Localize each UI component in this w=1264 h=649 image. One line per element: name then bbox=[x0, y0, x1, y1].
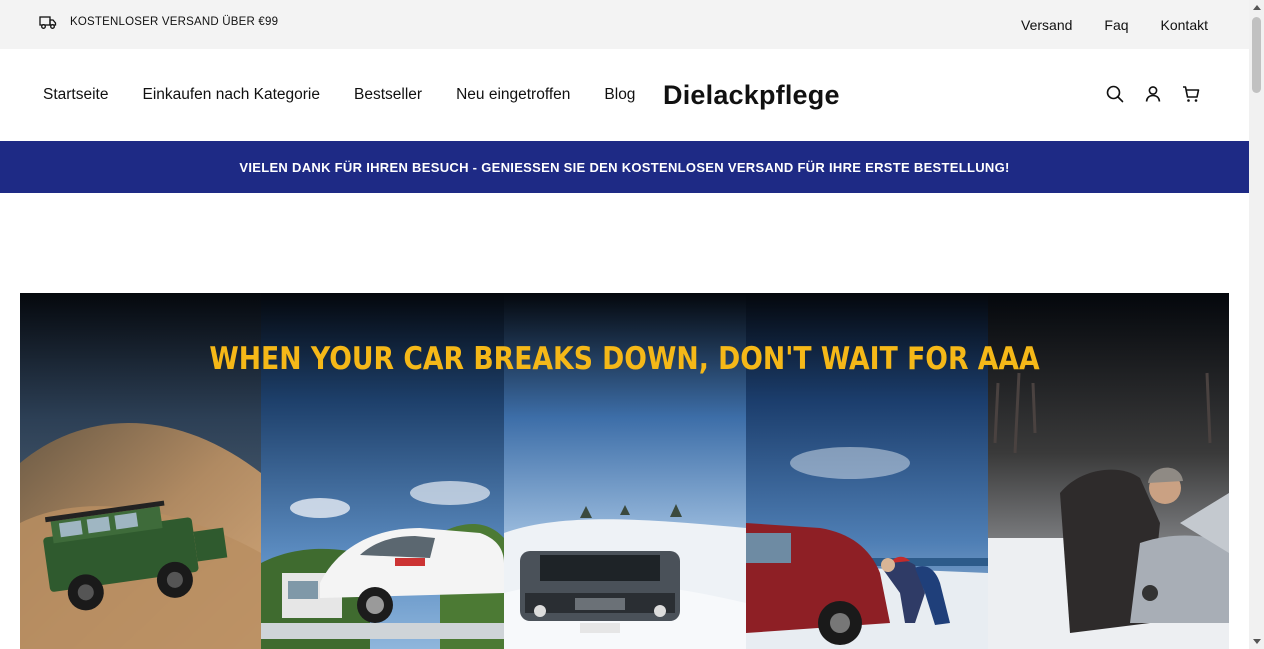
site-logo[interactable]: Dielackpflege bbox=[663, 80, 840, 111]
search-icon[interactable] bbox=[1105, 84, 1125, 104]
page-scrollbar[interactable] bbox=[1249, 0, 1264, 649]
nav-bestseller[interactable]: Bestseller bbox=[354, 86, 422, 104]
scroll-down-icon[interactable] bbox=[1253, 639, 1261, 644]
scroll-up-icon[interactable] bbox=[1253, 5, 1261, 10]
top-bar: KOSTENLOSER VERSAND ÜBER €99 Versand Faq… bbox=[0, 0, 1249, 49]
hero-title: WHEN YOUR CAR BREAKS DOWN, DON'T WAIT FO… bbox=[209, 341, 1040, 377]
promo-banner: VIELEN DANK FÜR IHREN BESUCH - GENIESSEN… bbox=[0, 141, 1249, 193]
cart-icon[interactable] bbox=[1181, 84, 1201, 104]
header-icons bbox=[1087, 84, 1201, 104]
shipping-text: KOSTENLOSER VERSAND ÜBER €99 bbox=[70, 16, 279, 28]
site-header: Startseite Einkaufen nach Kategorie Best… bbox=[0, 49, 1249, 141]
nav-neu[interactable]: Neu eingetroffen bbox=[456, 86, 570, 104]
shipping-notice: KOSTENLOSER VERSAND ÜBER €99 bbox=[39, 14, 278, 30]
link-kontakt[interactable]: Kontakt bbox=[1161, 17, 1208, 33]
link-faq[interactable]: Faq bbox=[1104, 17, 1128, 33]
nav-startseite[interactable]: Startseite bbox=[43, 86, 108, 104]
link-versand[interactable]: Versand bbox=[1021, 17, 1072, 33]
main-nav: Startseite Einkaufen nach Kategorie Best… bbox=[43, 86, 669, 104]
truck-icon bbox=[39, 16, 57, 29]
account-icon[interactable] bbox=[1143, 84, 1163, 104]
promo-text: VIELEN DANK FÜR IHREN BESUCH - GENIESSEN… bbox=[239, 159, 1010, 175]
nav-blog[interactable]: Blog bbox=[604, 86, 635, 104]
scrollbar-thumb[interactable] bbox=[1252, 17, 1261, 93]
utility-links: Versand Faq Kontakt bbox=[989, 17, 1208, 33]
nav-kategorie[interactable]: Einkaufen nach Kategorie bbox=[142, 86, 320, 104]
hero-banner[interactable]: WHEN YOUR CAR BREAKS DOWN, DON'T WAIT FO… bbox=[20, 293, 1229, 649]
